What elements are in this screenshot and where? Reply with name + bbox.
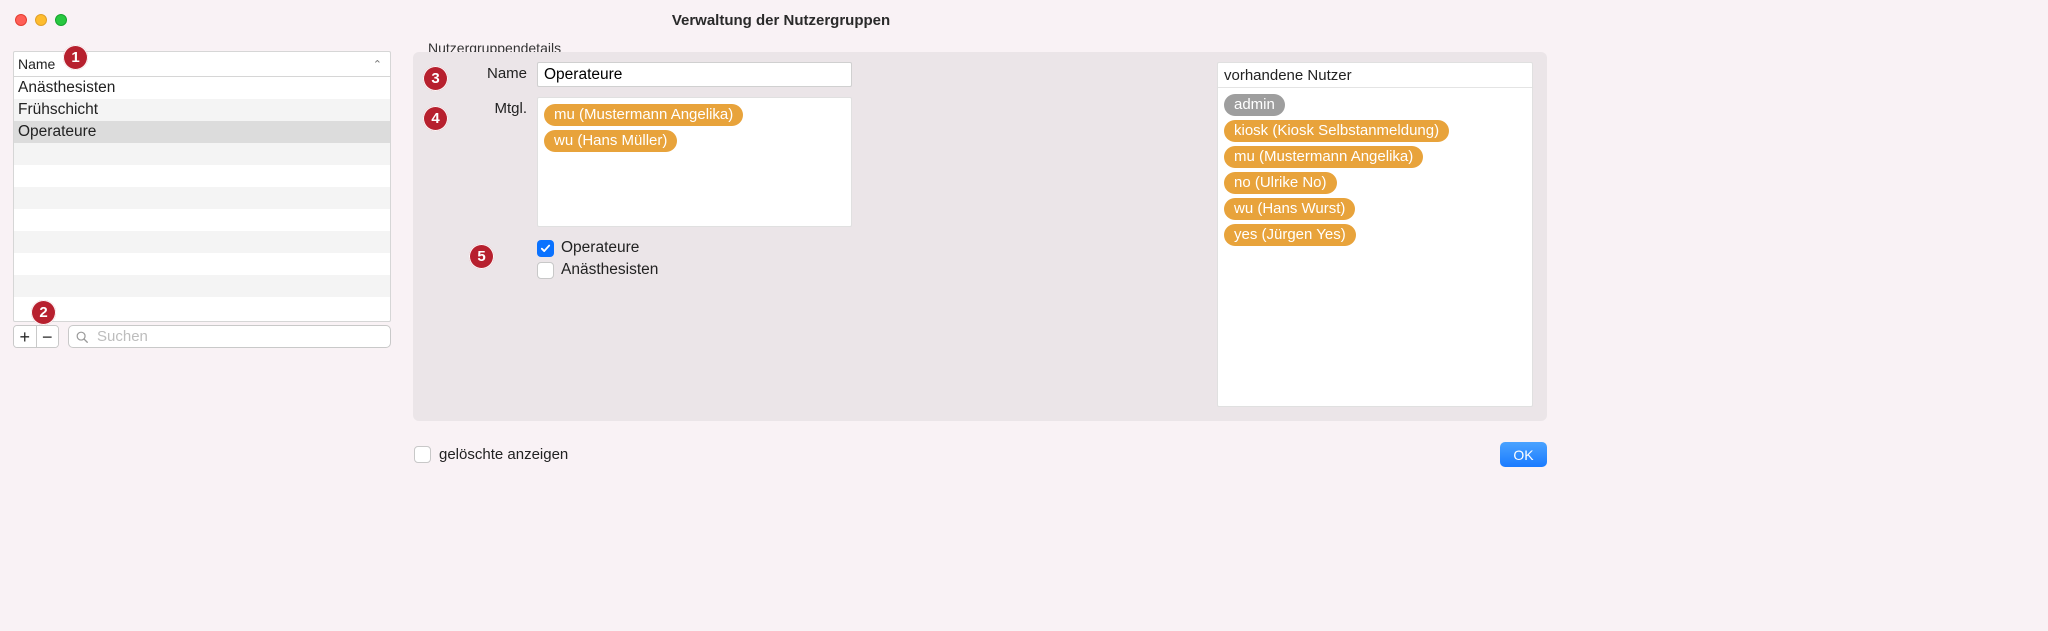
checkbox-label: Operateure	[561, 239, 639, 257]
member-pill[interactable]: mu (Mustermann Angelika)	[544, 104, 743, 126]
user-pill[interactable]: no (Ulrike No)	[1224, 172, 1337, 194]
add-remove-toolbar: + −	[13, 325, 59, 348]
list-item[interactable]: Frühschicht	[14, 99, 390, 121]
user-pill[interactable]: wu (Hans Wurst)	[1224, 198, 1355, 220]
checkbox-icon[interactable]	[537, 240, 554, 257]
list-item[interactable]: Anästhesisten	[14, 77, 390, 99]
titlebar: Verwaltung der Nutzergruppen	[0, 0, 1562, 40]
details-panel: Name Mtgl. mu (Mustermann Angelika) wu (…	[413, 52, 1547, 421]
search-icon	[75, 330, 89, 344]
group-list-header-label: Name	[18, 56, 55, 72]
group-name-input[interactable]	[537, 62, 852, 87]
window-controls	[15, 14, 67, 26]
user-pill[interactable]: yes (Jürgen Yes)	[1224, 224, 1356, 246]
add-group-button[interactable]: +	[14, 326, 37, 347]
ok-button[interactable]: OK	[1500, 442, 1547, 467]
user-pill[interactable]: kiosk (Kiosk Selbstanmeldung)	[1224, 120, 1449, 142]
minimize-window-icon[interactable]	[35, 14, 47, 26]
zoom-window-icon[interactable]	[55, 14, 67, 26]
annotation-badge: 3	[423, 66, 448, 91]
member-pill[interactable]: wu (Hans Müller)	[544, 130, 677, 152]
checkbox-icon[interactable]	[537, 262, 554, 279]
close-window-icon[interactable]	[15, 14, 27, 26]
group-list: Name ⌃ Anästhesisten Frühschicht Operate…	[13, 51, 391, 322]
checkbox-label: Anästhesisten	[561, 261, 658, 279]
annotation-badge: 2	[31, 300, 56, 325]
available-users-body[interactable]: admin kiosk (Kiosk Selbstanmeldung) mu (…	[1218, 88, 1532, 252]
available-users-header: vorhandene Nutzer	[1218, 63, 1532, 88]
show-deleted-row[interactable]: gelöschte anzeigen	[414, 446, 568, 463]
annotation-badge: 4	[423, 106, 448, 131]
annotation-badge: 1	[63, 45, 88, 70]
available-users-panel: vorhandene Nutzer admin kiosk (Kiosk Sel…	[1217, 62, 1533, 407]
window-title: Verwaltung der Nutzergruppen	[0, 12, 1562, 29]
user-pill[interactable]: mu (Mustermann Angelika)	[1224, 146, 1423, 168]
search-input[interactable]	[95, 327, 384, 346]
user-pill[interactable]: admin	[1224, 94, 1285, 116]
members-box[interactable]: mu (Mustermann Angelika) wu (Hans Müller…	[537, 97, 852, 227]
sort-indicator-icon: ⌃	[373, 58, 382, 71]
search-field[interactable]	[68, 325, 391, 348]
remove-group-button[interactable]: −	[37, 326, 59, 347]
show-deleted-label: gelöschte anzeigen	[439, 446, 568, 463]
annotation-badge: 5	[469, 244, 494, 269]
list-item[interactable]: Operateure	[14, 121, 390, 143]
group-list-rows: Anästhesisten Frühschicht Operateure	[14, 77, 390, 319]
checkbox-icon[interactable]	[414, 446, 431, 463]
